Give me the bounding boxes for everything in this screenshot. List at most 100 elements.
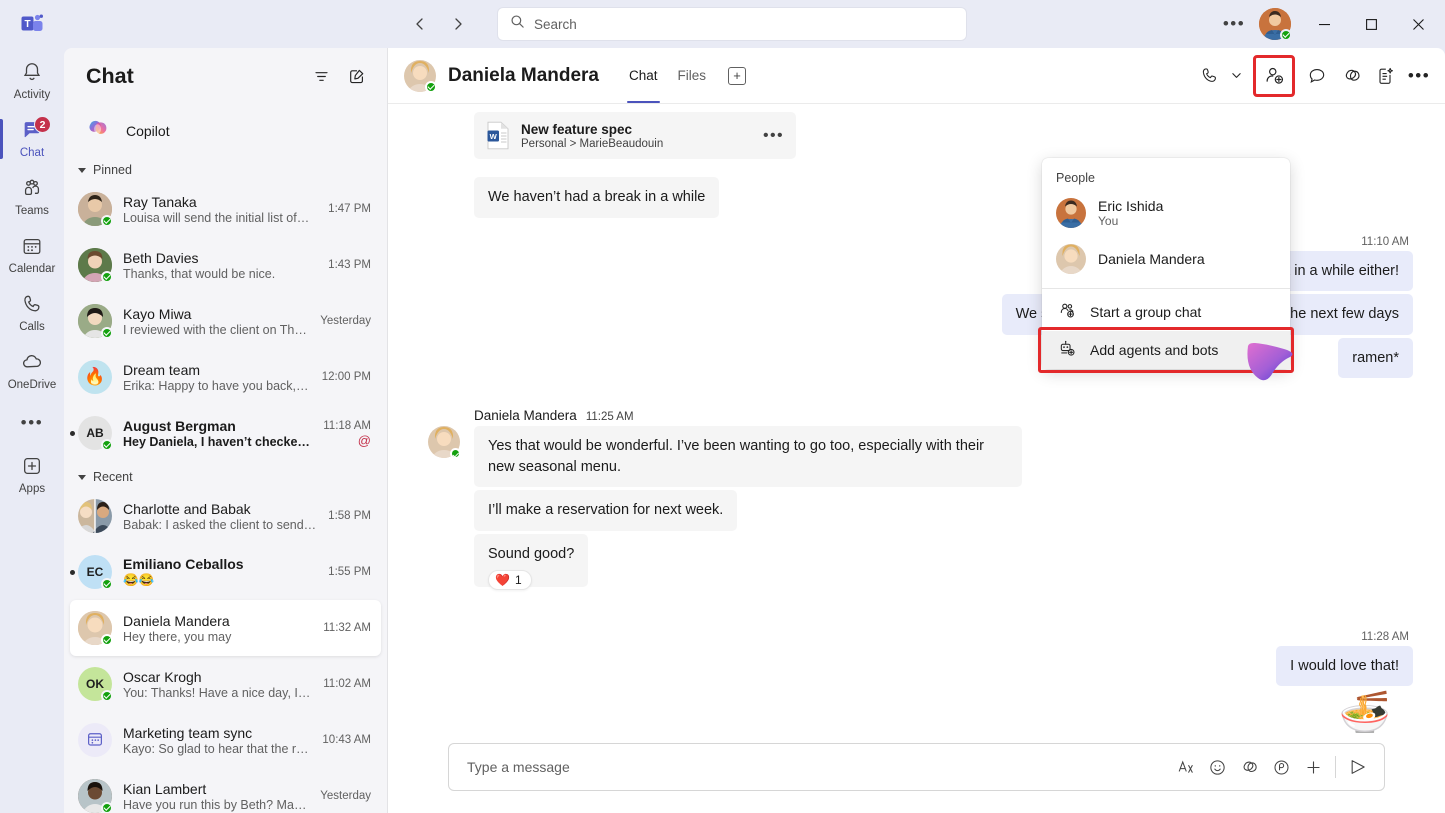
- list-item-daniela-mandera[interactable]: Daniela Mandera Hey there, you may 11:32…: [70, 600, 381, 656]
- message-composer[interactable]: Type a message: [448, 743, 1385, 791]
- list-item-name: Daniela Mandera: [123, 613, 315, 629]
- maximize-button[interactable]: [1349, 0, 1394, 48]
- notes-icon[interactable]: [1369, 60, 1401, 92]
- list-item-name: Ray Tanaka: [123, 194, 320, 210]
- avatar: AB: [78, 416, 112, 450]
- avatar: [404, 60, 436, 92]
- add-agents-row-wrapper: Add agents and bots: [1042, 331, 1290, 369]
- list-item[interactable]: 🔥 Dream team Erika: Happy to have you ba…: [70, 349, 381, 405]
- group-header-recent[interactable]: Recent: [64, 461, 387, 488]
- call-icon[interactable]: [1193, 60, 1225, 92]
- copilot-icon[interactable]: [1335, 60, 1367, 92]
- sidebar-item-label: Calls: [19, 321, 45, 334]
- plus-icon[interactable]: [1297, 751, 1329, 783]
- calendar-icon: [86, 730, 104, 751]
- back-button[interactable]: [404, 8, 436, 40]
- list-item[interactable]: EC Emiliano Ceballos 😂😂 1:55 PM: [70, 544, 381, 600]
- add-tab-button[interactable]: +: [728, 67, 746, 85]
- chat-list-scroll[interactable]: Copilot Pinned Ray Tanaka: [64, 104, 387, 813]
- menu-item-label: Start a group chat: [1090, 304, 1201, 320]
- dropdown-person-daniela-mandera[interactable]: Daniela Mandera: [1042, 236, 1290, 282]
- group-header-pinned[interactable]: Pinned: [64, 154, 387, 181]
- list-item[interactable]: OK Oscar Krogh You: Thanks! Have a nice …: [70, 656, 381, 712]
- list-item[interactable]: Ray Tanaka Louisa will send the initial …: [70, 181, 381, 237]
- add-people-icon[interactable]: [1258, 60, 1290, 92]
- format-icon[interactable]: [1169, 751, 1201, 783]
- more-options-icon[interactable]: •••: [1403, 60, 1435, 92]
- file-more-button[interactable]: •••: [763, 127, 784, 145]
- list-item-preview: Thanks, that would be nice.: [123, 267, 320, 281]
- forward-button[interactable]: [442, 8, 474, 40]
- presence-indicator: [101, 578, 113, 590]
- message-bubble: Yes that would be wonderful. I’ve been w…: [474, 426, 1022, 487]
- copilot-icon[interactable]: [1233, 751, 1265, 783]
- list-item-name: Marketing team sync: [123, 725, 314, 741]
- menu-item-start-a-group-chat[interactable]: Start a group chat: [1042, 293, 1290, 331]
- sidebar-item-label: OneDrive: [8, 379, 57, 392]
- chevron-down-icon[interactable]: [1225, 60, 1247, 92]
- presence-indicator: [101, 802, 113, 813]
- unread-indicator: [70, 431, 75, 436]
- incoming-group: Daniela Mandera 11:25 AM Yes that wo: [428, 408, 1413, 586]
- list-item-preview: Kayo: So glad to hear that the r…: [123, 742, 314, 756]
- svg-text:W: W: [490, 132, 498, 141]
- sidebar-item-calls[interactable]: Calls: [0, 284, 64, 342]
- send-icon[interactable]: [1342, 751, 1374, 783]
- reaction-badge[interactable]: ❤️ 1: [488, 570, 532, 590]
- loop-icon[interactable]: [1265, 751, 1297, 783]
- sidebar-item-activity[interactable]: Activity: [0, 52, 64, 110]
- list-item[interactable]: AB August Bergman Hey Daniela, I haven’t…: [70, 405, 381, 461]
- sidebar-item-onedrive[interactable]: OneDrive: [0, 342, 64, 400]
- sidebar-item-label: Apps: [19, 483, 45, 496]
- list-item-name: Beth Davies: [123, 250, 320, 266]
- sidebar-item-chat[interactable]: 2 Chat: [0, 110, 64, 168]
- list-item[interactable]: Kian Lambert Have you run this by Beth? …: [70, 768, 381, 813]
- sidebar-item-calendar[interactable]: Calendar: [0, 226, 64, 284]
- person-sub: You: [1098, 214, 1163, 228]
- menu-item-label: Add agents and bots: [1090, 342, 1218, 358]
- avatar: [78, 779, 112, 813]
- list-item-preview: 😂😂: [123, 573, 320, 588]
- chat-bubble-icon[interactable]: [1301, 60, 1333, 92]
- list-item-preview: Babak: I asked the client to send…: [123, 518, 320, 532]
- group-label: Pinned: [93, 163, 132, 177]
- add-people-highlight: [1253, 55, 1295, 97]
- list-item[interactable]: Charlotte and Babak Babak: I asked the c…: [70, 488, 381, 544]
- avatar[interactable]: [1259, 8, 1291, 40]
- list-item[interactable]: Beth Davies Thanks, that would be nice. …: [70, 237, 381, 293]
- cloud-icon: [21, 350, 44, 378]
- message-timestamp: 11:25 AM: [586, 411, 634, 423]
- titlebar-more-button[interactable]: •••: [1216, 8, 1252, 40]
- presence-indicator: [1280, 29, 1292, 41]
- list-item[interactable]: Marketing team sync Kayo: So glad to hea…: [70, 712, 381, 768]
- list-item-preview: Have you run this by Beth? Mak…: [123, 798, 312, 812]
- close-button[interactable]: [1396, 0, 1441, 48]
- message-input[interactable]: Type a message: [467, 759, 1169, 775]
- message-timestamp: 11:28 AM: [428, 631, 1413, 643]
- presence-indicator: [450, 448, 461, 459]
- sidebar-item-teams[interactable]: Teams: [0, 168, 64, 226]
- dropdown-person-eric-ishida[interactable]: Eric Ishida You: [1042, 190, 1290, 236]
- teams-window: T Search: [0, 0, 1445, 813]
- list-item-preview: Louisa will send the initial list of…: [123, 211, 320, 225]
- list-item-time: Yesterday: [320, 790, 371, 802]
- list-item[interactable]: Kayo Miwa I reviewed with the client on …: [70, 293, 381, 349]
- chat-title: Daniela Mandera: [448, 65, 599, 87]
- sidebar-item-label: Activity: [14, 89, 50, 102]
- filter-icon[interactable]: [305, 60, 337, 92]
- tab-chat[interactable]: Chat: [621, 48, 666, 103]
- tab-files[interactable]: Files: [670, 48, 715, 103]
- file-attachment-card[interactable]: W New feature spec Personal > MarieBeaud…: [474, 112, 796, 159]
- list-item-copilot[interactable]: Copilot: [72, 108, 379, 154]
- sidebar-item-apps[interactable]: Apps: [0, 446, 64, 504]
- minimize-button[interactable]: [1302, 0, 1347, 48]
- calendar-icon: [21, 235, 43, 262]
- menu-item-add-agents-and-bots[interactable]: Add agents and bots: [1042, 331, 1290, 369]
- search-bar[interactable]: Search: [498, 8, 966, 40]
- copilot-icon: [84, 115, 112, 148]
- avatar: EC: [78, 555, 112, 589]
- sidebar-more-button[interactable]: •••: [0, 400, 64, 446]
- compose-icon[interactable]: [341, 60, 373, 92]
- sidebar-item-label: Calendar: [9, 263, 56, 276]
- emoji-icon[interactable]: [1201, 751, 1233, 783]
